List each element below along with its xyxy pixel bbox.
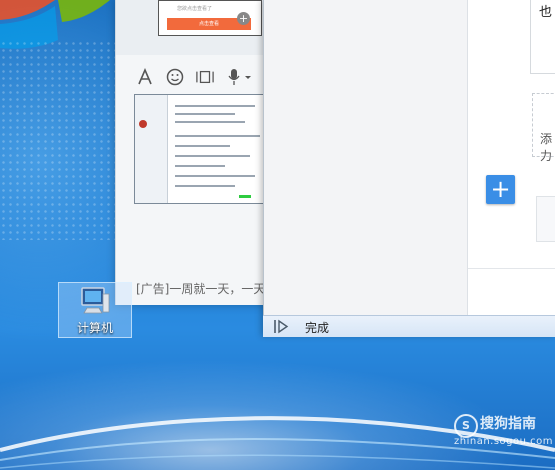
main-content-area [264, 0, 468, 315]
computer-desktop-icon[interactable]: 计算机 [58, 282, 132, 338]
font-icon[interactable] [136, 68, 154, 86]
thumbnail-line [175, 165, 225, 167]
add-box[interactable]: 添力 [532, 93, 555, 163]
text-box[interactable]: 也 [530, 0, 555, 74]
thumbnail-sidebar [135, 95, 168, 203]
thumbnail-line [175, 113, 235, 115]
thumbnail-red-dot [139, 120, 147, 128]
main-window: 也 添力 [263, 0, 555, 336]
sogou-logo-icon: S [454, 414, 478, 438]
thumbnail-line [175, 185, 235, 187]
desktop-icon-label: 计算机 [76, 321, 113, 335]
play-icon[interactable] [273, 319, 289, 334]
thumbnail-line [175, 121, 245, 123]
status-done-label: 完成 [305, 321, 330, 335]
thumbnail-line [175, 145, 230, 147]
thumbnail-line [175, 105, 255, 107]
screenshot-icon[interactable] [196, 68, 214, 86]
right-panel: 也 添力 [468, 0, 555, 315]
chat-message-area: 您欲点击查看了 点击查看 + [116, 0, 276, 55]
watermark: S 搜狗指南 zhinan.sogou.com [440, 412, 554, 452]
status-bar: 完成 [263, 315, 555, 337]
ad-card[interactable]: 您欲点击查看了 点击查看 + [158, 0, 262, 36]
watermark-name: 搜狗指南 [480, 416, 536, 432]
ad-card-text: 您欲点击查看了 [177, 6, 213, 12]
computer-icon [81, 287, 110, 314]
screenshot-thumbnail[interactable] [134, 94, 266, 204]
text-box-content: 也 [539, 5, 553, 20]
divider [468, 268, 555, 269]
thumbnail-line [175, 135, 260, 137]
microphone-icon[interactable] [226, 68, 252, 86]
ad-text[interactable]: [广告]一周就一天，一天 [136, 280, 265, 297]
add-button[interactable]: + [486, 175, 515, 204]
watermark-url: zhinan.sogou.com [454, 436, 554, 447]
chat-toolbar [136, 66, 252, 88]
thumbnail-line [175, 155, 250, 157]
thumbnail-line [175, 175, 255, 177]
emoji-icon[interactable] [166, 68, 184, 86]
add-box-label: 添力 [540, 132, 553, 163]
add-circle-icon[interactable]: + [237, 12, 250, 25]
thumbnail-progress [239, 195, 251, 198]
input-box[interactable] [536, 196, 555, 242]
chat-window: 您欲点击查看了 点击查看 + [广告]一周就一天，一天 [115, 0, 277, 305]
